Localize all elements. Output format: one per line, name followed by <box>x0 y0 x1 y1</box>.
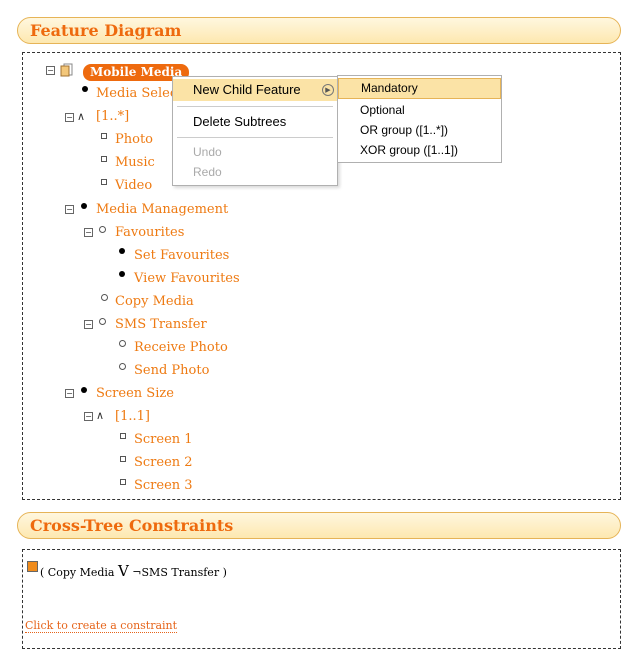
mandatory-label: Mandatory <box>361 81 418 95</box>
redo-label: Redo <box>193 165 222 179</box>
feature-photo[interactable]: Photo <box>115 132 153 148</box>
new-child-submenu: Mandatory Optional OR group ([1..*]) XOR… <box>337 75 502 163</box>
feature-sms-transfer[interactable]: SMS Transfer <box>115 317 207 333</box>
feature-set-favourites[interactable]: Set Favourites <box>134 248 229 264</box>
xor-group-label: XOR group ([1..1]) <box>360 143 459 157</box>
grouped-feature-icon <box>120 456 126 462</box>
mandatory-icon <box>81 387 87 393</box>
grouped-feature-icon <box>120 479 126 485</box>
feature-copy-media[interactable]: Copy Media <box>115 294 194 310</box>
xor-group-icon: ∧ <box>96 409 105 422</box>
optional-icon <box>119 340 126 347</box>
constraints-title: Cross-Tree Constraints <box>30 516 234 535</box>
collapse-toggle-sms-transfer[interactable]: − <box>84 320 93 329</box>
optional-icon <box>101 294 108 301</box>
collapse-toggle-group-2[interactable]: − <box>84 412 93 421</box>
grouped-feature-icon <box>120 433 126 439</box>
feature-music[interactable]: Music <box>115 155 155 171</box>
group-cardinality-1[interactable]: [1..*] <box>96 109 129 125</box>
mandatory-icon <box>119 248 125 254</box>
grouped-feature-icon <box>101 156 107 162</box>
mandatory-icon <box>119 271 125 277</box>
root-feature-icon <box>60 62 74 77</box>
feature-screen-3[interactable]: Screen 3 <box>134 478 193 494</box>
or-operator: V <box>117 562 129 580</box>
feature-diagram-title: Feature Diagram <box>30 21 182 40</box>
create-constraint-link[interactable]: Click to create a constraint <box>25 620 178 633</box>
collapse-toggle-screen-size[interactable]: − <box>65 389 74 398</box>
constraint-icon <box>27 561 38 572</box>
undo-label: Undo <box>193 145 222 159</box>
constraint-right: ¬SMS Transfer ) <box>128 566 227 579</box>
constraint-left: ( Copy Media <box>40 566 118 579</box>
feature-screen-2[interactable]: Screen 2 <box>134 455 193 471</box>
or-group-label: OR group ([1..*]) <box>360 123 449 137</box>
collapse-toggle-group-1[interactable]: − <box>65 113 74 122</box>
delete-subtrees-label: Delete Subtrees <box>193 114 287 129</box>
feature-screen-size[interactable]: Screen Size <box>96 386 174 402</box>
collapse-toggle-favourites[interactable]: − <box>84 228 93 237</box>
or-group-icon: ∧ <box>77 110 86 123</box>
menu-item-new-child-feature[interactable]: New Child Feature <box>173 79 337 101</box>
feature-view-favourites[interactable]: View Favourites <box>134 271 240 287</box>
feature-send-photo[interactable]: Send Photo <box>134 363 209 379</box>
group-cardinality-2[interactable]: [1..1] <box>115 409 150 425</box>
optional-label: Optional <box>360 103 405 117</box>
constraints-header: Cross-Tree Constraints <box>17 512 621 539</box>
collapse-toggle-media-management[interactable]: − <box>65 205 74 214</box>
menu-item-delete-subtrees[interactable]: Delete Subtrees <box>173 112 337 132</box>
optional-icon <box>119 363 126 370</box>
submenu-item-or-group[interactable]: OR group ([1..*]) <box>338 121 501 140</box>
submenu-item-xor-group[interactable]: XOR group ([1..1]) <box>338 141 501 160</box>
mandatory-icon <box>82 86 88 92</box>
submenu-item-mandatory[interactable]: Mandatory <box>338 78 501 99</box>
collapse-toggle-root[interactable]: − <box>46 66 55 75</box>
submenu-arrow-icon: ▶ <box>322 84 334 96</box>
feature-media-management[interactable]: Media Management <box>96 202 228 218</box>
feature-diagram-header: Feature Diagram <box>17 17 621 44</box>
submenu-item-optional[interactable]: Optional <box>338 101 501 120</box>
feature-video[interactable]: Video <box>115 178 152 194</box>
feature-receive-photo[interactable]: Receive Photo <box>134 340 228 356</box>
grouped-feature-icon <box>101 179 107 185</box>
menu-separator <box>177 137 333 138</box>
optional-icon <box>99 226 106 233</box>
grouped-feature-icon <box>101 133 107 139</box>
optional-icon <box>99 318 106 325</box>
mandatory-icon <box>81 203 87 209</box>
menu-separator <box>177 106 333 107</box>
new-child-feature-label: New Child Feature <box>193 82 301 97</box>
menu-item-undo: Undo <box>173 143 337 161</box>
menu-item-redo: Redo <box>173 163 337 181</box>
feature-favourites[interactable]: Favourites <box>115 225 184 241</box>
feature-screen-1[interactable]: Screen 1 <box>134 432 193 448</box>
constraint-expression[interactable]: ( Copy Media V ¬SMS Transfer ) <box>40 562 227 580</box>
context-menu: New Child Feature ▶ Delete Subtrees Undo… <box>172 76 338 186</box>
